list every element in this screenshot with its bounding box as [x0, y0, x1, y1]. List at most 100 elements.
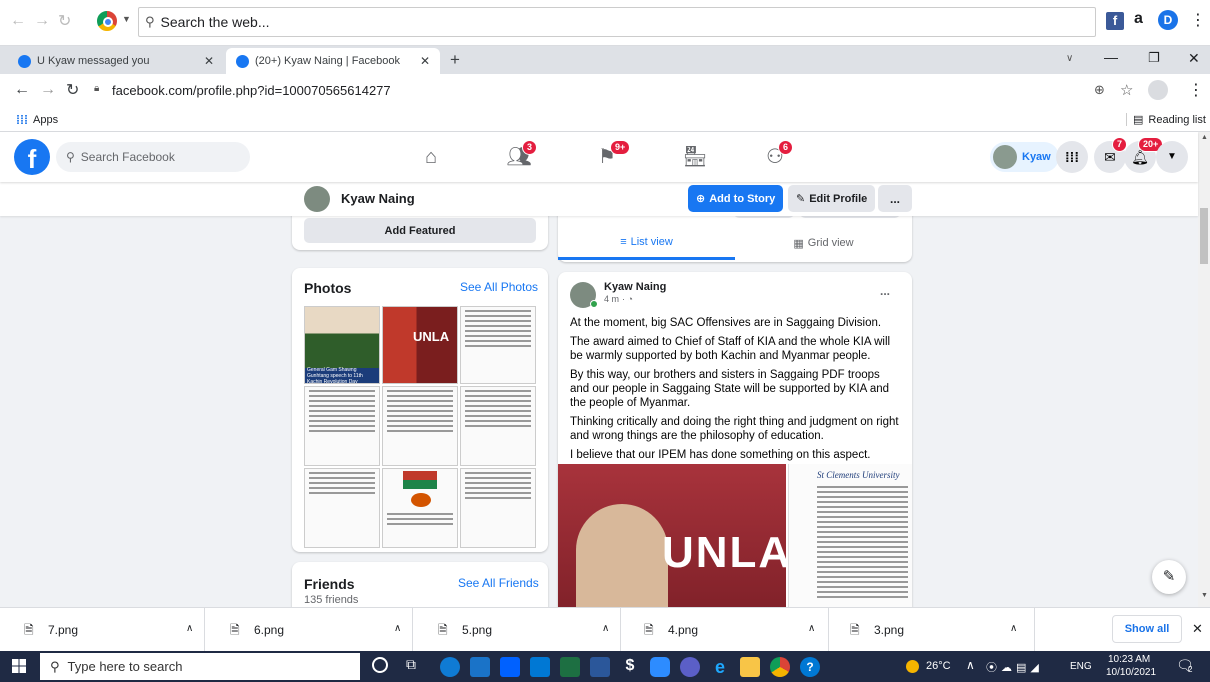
- list-view-tab[interactable]: ≡ List view: [558, 226, 735, 260]
- photo-thumbnail-9[interactable]: [460, 468, 536, 548]
- url-field[interactable]: facebook.com/profile.php?id=100070565614…: [112, 83, 391, 98]
- download-item[interactable]: 🗎︎ 4.png ∧: [624, 608, 829, 652]
- post-time[interactable]: 4 m: [604, 294, 619, 304]
- chevron-up-icon[interactable]: ∧: [394, 623, 401, 634]
- clock-time[interactable]: 10:23 AM: [1108, 654, 1150, 665]
- zoom-icon[interactable]: ⊕: [1094, 82, 1105, 98]
- web-search-box[interactable]: ⚲ Search the web...: [138, 7, 1096, 37]
- store-icon[interactable]: [470, 657, 490, 677]
- language-indicator[interactable]: ENG: [1070, 661, 1092, 672]
- pages-flag-icon[interactable]: ⚑ 9+: [590, 140, 631, 174]
- taskbar-search-input[interactable]: Type here to search: [68, 659, 183, 674]
- photo-thumbnail-2[interactable]: UNLA: [382, 306, 458, 384]
- close-downloads-icon[interactable]: ✕: [1192, 621, 1203, 637]
- forward-icon[interactable]: →: [34, 12, 50, 30]
- account-menu-chevron-icon[interactable]: ▼: [1156, 141, 1188, 173]
- tray-icons[interactable]: ⦿☁▤◢: [986, 659, 1043, 675]
- chevron-up-icon[interactable]: ∧: [602, 623, 609, 634]
- chrome-taskbar-icon[interactable]: [770, 657, 790, 677]
- tab-messages[interactable]: U Kyaw messaged you ✕: [8, 48, 224, 74]
- menu-grid-icon[interactable]: ⁞⁞⁞: [1056, 141, 1088, 173]
- scroll-up-icon[interactable]: ▲: [1201, 134, 1208, 141]
- manage-posts-button[interactable]: [800, 216, 900, 218]
- minimize-icon[interactable]: —: [1104, 49, 1118, 65]
- photo-thumbnail-7[interactable]: [304, 468, 380, 548]
- back-icon[interactable]: ←: [10, 12, 26, 30]
- new-tab-icon[interactable]: +: [450, 50, 460, 70]
- profile-chip[interactable]: Kyaw: [990, 142, 1059, 172]
- window-close-icon[interactable]: ✕: [1188, 50, 1200, 67]
- edit-profile-button[interactable]: ✎ Edit Profile: [788, 185, 876, 212]
- photo-thumbnail-6[interactable]: [460, 386, 536, 466]
- tray-chevron-icon[interactable]: ∧: [966, 658, 975, 672]
- scroll-down-icon[interactable]: ▼: [1201, 592, 1208, 599]
- close-icon[interactable]: ✕: [204, 54, 214, 68]
- word-icon[interactable]: [590, 657, 610, 677]
- menu-dots-icon[interactable]: ⋮: [1188, 80, 1204, 100]
- messenger-icon[interactable]: ✉ 7: [1094, 137, 1128, 173]
- add-featured-button[interactable]: Add Featured: [304, 218, 536, 243]
- facebook-search-box[interactable]: ⚲ Search Facebook: [56, 142, 250, 172]
- notifications-bell-icon[interactable]: 🔔︎ 20+: [1124, 137, 1164, 173]
- post-more-button[interactable]: ...: [880, 284, 890, 298]
- scroll-thumb[interactable]: [1200, 208, 1208, 264]
- chrome-logo-icon[interactable]: [96, 10, 118, 32]
- task-view-icon[interactable]: ⧉: [406, 656, 416, 673]
- tab-facebook-profile[interactable]: (20+) Kyaw Naing | Facebook ✕: [226, 48, 440, 74]
- close-icon[interactable]: ✕: [420, 54, 430, 68]
- chevron-up-icon[interactable]: ∧: [186, 623, 193, 634]
- dropbox-icon[interactable]: [500, 657, 520, 677]
- photo-thumbnail-4[interactable]: [304, 386, 380, 466]
- reload-icon[interactable]: ↻: [66, 80, 79, 100]
- back-icon[interactable]: ←: [14, 81, 30, 99]
- taskbar-search-box[interactable]: ⚲ Type here to search: [40, 653, 360, 680]
- grid-view-tab[interactable]: ▦ Grid view: [735, 226, 912, 260]
- friends-icon[interactable]: 👥︎ 3: [502, 140, 538, 174]
- see-all-photos-link[interactable]: See All Photos: [460, 280, 538, 294]
- photo-thumbnail-1[interactable]: General Gam Shawng Gunhtang speech to 11…: [304, 306, 380, 384]
- help-icon[interactable]: ?: [800, 657, 820, 677]
- chevron-down-icon[interactable]: ▼: [122, 14, 131, 24]
- photo-thumbnail-8[interactable]: [382, 468, 458, 548]
- cortana-icon[interactable]: [372, 657, 388, 673]
- profile-name[interactable]: Kyaw Naing: [341, 191, 415, 206]
- more-options-button[interactable]: ...: [878, 185, 912, 212]
- clock-date[interactable]: 10/10/2021: [1106, 667, 1156, 678]
- new-message-button[interactable]: ✎: [1152, 560, 1186, 594]
- restore-icon[interactable]: ❐: [1148, 50, 1160, 66]
- reading-list-bookmark[interactable]: ▤ Reading list: [1126, 113, 1206, 126]
- web-search-input[interactable]: Search the web...: [161, 14, 270, 30]
- file-explorer-icon[interactable]: [740, 657, 760, 677]
- photo-thumbnail-3[interactable]: [460, 306, 536, 384]
- chevron-up-icon[interactable]: ∧: [1010, 623, 1017, 634]
- post-image-document[interactable]: St Clements University: [788, 464, 912, 607]
- mail-icon[interactable]: [530, 657, 550, 677]
- apps-bookmark[interactable]: ⁞⁞⁞ Apps: [16, 113, 58, 127]
- star-icon[interactable]: ☆: [1120, 81, 1133, 99]
- avatar[interactable]: [304, 186, 330, 212]
- internet-explorer-icon[interactable]: e: [710, 657, 730, 677]
- facebook-logo-icon[interactable]: f: [14, 139, 50, 175]
- see-all-friends-link[interactable]: See All Friends: [458, 576, 539, 590]
- extension-d-icon[interactable]: D: [1158, 10, 1178, 30]
- menu-dots-icon[interactable]: ⋮: [1190, 10, 1206, 30]
- chevron-up-icon[interactable]: ∧: [808, 623, 815, 634]
- facebook-ext-icon[interactable]: f: [1106, 12, 1124, 30]
- photo-thumbnail-5[interactable]: [382, 386, 458, 466]
- download-item[interactable]: 🗎︎ 7.png ∧: [0, 608, 205, 652]
- amazon-ext-icon[interactable]: a: [1134, 10, 1143, 28]
- groups-icon[interactable]: ⚇ 6: [758, 140, 794, 174]
- money-icon[interactable]: $: [620, 657, 640, 677]
- tab-search-icon[interactable]: ∨: [1066, 53, 1073, 64]
- reload-icon[interactable]: ↻: [58, 11, 71, 31]
- home-icon[interactable]: ⌂: [414, 140, 448, 174]
- forward-icon[interactable]: →: [40, 81, 56, 99]
- add-to-story-button[interactable]: ⊕ Add to Story: [688, 185, 784, 212]
- download-item[interactable]: 🗎︎ 6.png ∧: [208, 608, 413, 652]
- download-item[interactable]: 🗎︎ 3.png ∧: [830, 608, 1035, 652]
- post-author[interactable]: Kyaw Naing: [604, 281, 666, 293]
- filter-button[interactable]: [734, 216, 794, 218]
- teams-icon[interactable]: [680, 657, 700, 677]
- download-item[interactable]: 🗎︎ 5.png ∧: [416, 608, 621, 652]
- excel-icon[interactable]: [560, 657, 580, 677]
